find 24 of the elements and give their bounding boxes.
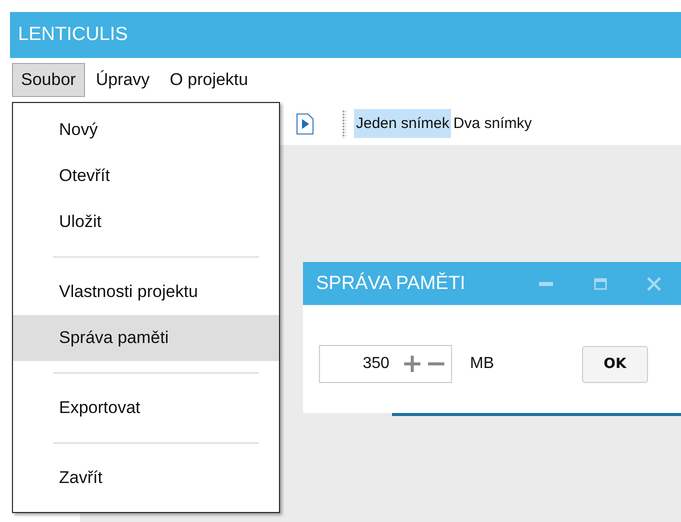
number-field[interactable]: 350 +− xyxy=(319,345,452,383)
maximize-icon xyxy=(594,278,606,290)
minimize-icon xyxy=(539,282,553,286)
increment-button[interactable]: + xyxy=(401,351,424,377)
menu-option[interactable]: Vlastnosti projektu xyxy=(13,269,279,315)
menu-option[interactable]: Nový xyxy=(13,107,279,153)
menu-option[interactable]: Exportovat xyxy=(13,385,279,431)
dialog-title: SPRÁVA PAMĚTI xyxy=(316,272,466,294)
menu-option[interactable]: Zavřít xyxy=(13,455,279,501)
menu-item[interactable]: Soubor xyxy=(12,63,85,97)
menu-item[interactable]: O projektu xyxy=(160,63,258,97)
menu-option[interactable]: Správa paměti xyxy=(13,315,279,361)
view-button[interactable]: Jeden snímek xyxy=(354,109,452,138)
menu-option[interactable]: Otevřít xyxy=(13,153,279,199)
view-button[interactable]: Dva snímky xyxy=(451,109,534,138)
toolbar-grip[interactable] xyxy=(342,110,346,138)
ok-button[interactable]: OK xyxy=(582,346,648,382)
close-icon xyxy=(647,276,661,290)
menu-item[interactable]: Úpravy xyxy=(86,63,159,97)
window-title: LENTICULIS xyxy=(18,24,128,46)
unit-label: MB xyxy=(470,355,494,373)
decrement-button[interactable]: − xyxy=(425,351,447,377)
document-play-icon[interactable] xyxy=(296,112,314,134)
menu-option[interactable]: Uložit xyxy=(13,199,279,245)
